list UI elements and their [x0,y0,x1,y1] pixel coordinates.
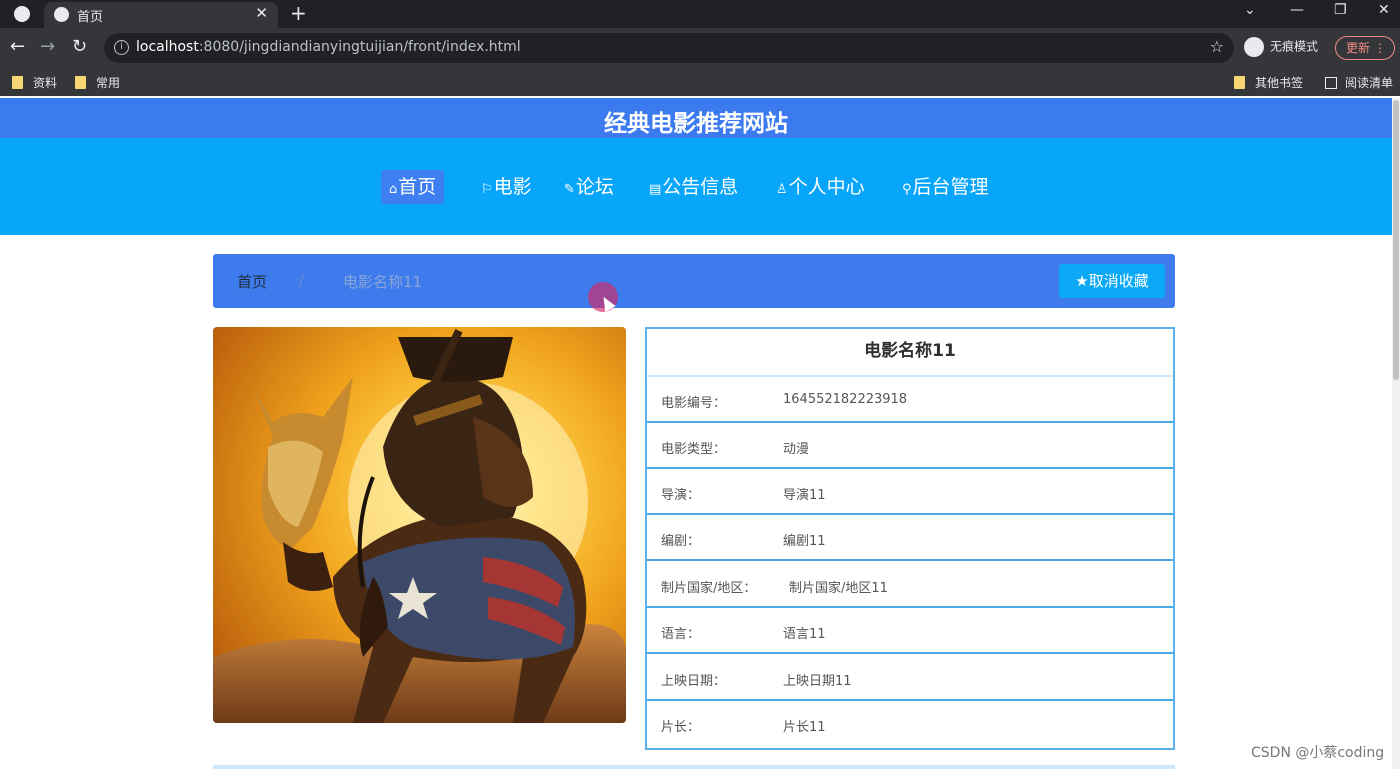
bookmark-folder[interactable]: 常用 [75,74,120,91]
site-header: 经典电影推荐网站 [0,98,1392,138]
info-row-type: 电影类型： 动漫 [647,423,1173,469]
info-value: 动漫 [783,442,810,457]
folder-icon [1234,76,1245,89]
window-close-button[interactable]: ✕ [1378,2,1390,18]
info-row-release-date: 上映日期： 上映日期11 [647,655,1173,701]
home-icon: ⌂ [389,182,398,197]
tab-title: 首页 [77,10,104,25]
info-label: 编剧： [661,534,701,549]
flag-icon: ⚐ [481,182,493,197]
user-icon: ♙ [776,182,788,197]
incognito-icon [1244,37,1264,57]
star-icon: ★ [1075,272,1089,290]
incognito-profile[interactable]: 无痕模式 [1244,37,1318,57]
reading-list-icon [1325,77,1337,89]
tag-icon: ✎ [564,182,575,197]
other-bookmarks[interactable]: 其他书签 [1234,74,1303,91]
info-label: 电影编号： [661,396,727,411]
info-value: 导演11 [783,488,826,503]
browser-menu-icon[interactable] [14,6,30,22]
info-label: 上映日期： [661,674,727,689]
info-row-id: 电影编号： 164552182223918 [647,377,1173,423]
back-icon[interactable]: ← [10,36,25,57]
breadcrumb: 首页 / 电影名称11 ★取消收藏 [213,254,1175,308]
info-value: 164552182223918 [783,392,908,407]
main-nav: ⌂首页 ⚐电影 ✎论坛 ▤公告信息 ♙个人中心 ⚲后台管理 [0,138,1392,235]
info-label: 电影类型： [661,442,727,457]
info-label: 导演： [661,488,701,503]
info-row-director: 导演： 导演11 [647,469,1173,515]
globe-icon [54,7,69,22]
movie-poster [213,327,626,723]
watermark: CSDN @小蔡coding [1251,745,1385,761]
update-button[interactable]: 更新 ⋮ [1335,36,1395,60]
folder-icon [75,76,86,89]
unfavorite-button[interactable]: ★取消收藏 [1059,264,1165,298]
breadcrumb-home[interactable]: 首页 [237,271,267,292]
restore-button[interactable]: ❐ [1334,2,1347,18]
info-label: 制片国家/地区： [661,581,757,596]
bookmark-folder[interactable]: 资料 [12,74,57,91]
nav-admin[interactable]: ⚲后台管理 [894,170,997,204]
page-scrollbar[interactable] [1392,98,1400,769]
nav-user-center[interactable]: ♙个人中心 [768,170,873,204]
nav-movies[interactable]: ⚐电影 [473,170,540,204]
info-row-writer: 编剧： 编剧11 [647,515,1173,561]
info-label: 语言： [661,627,701,642]
address-bar-row: ← → ↻ i localhost:8080/jingdiandianyingt… [0,28,1400,68]
minimize-button[interactable]: — [1290,2,1304,18]
browser-tab-strip: 首页 ✕ + ⌄ — ❐ ✕ [0,0,1400,28]
info-value: 编剧11 [783,534,826,549]
bookmarks-bar: 资料 常用 其他书签 阅读清单 [0,68,1400,96]
next-section-edge [213,765,1175,769]
site-title: 经典电影推荐网站 [604,111,788,137]
info-value: 语言11 [783,627,826,642]
breadcrumb-current: 电影名称11 [343,273,423,291]
scrollbar-thumb[interactable] [1393,100,1399,380]
folder-icon [12,76,23,89]
forward-icon[interactable]: → [40,36,55,57]
info-row-country: 制片国家/地区： 制片国家/地区11 [647,562,1173,608]
browser-tab[interactable]: 首页 ✕ [44,2,278,28]
breadcrumb-separator: / [299,271,305,289]
bookmark-star-icon[interactable]: ☆ [1210,37,1224,56]
info-row-language: 语言： 语言11 [647,608,1173,654]
tab-search-icon[interactable]: ⌄ [1244,2,1256,18]
nav-forum[interactable]: ✎论坛 [556,170,622,204]
new-tab-button[interactable]: + [290,1,307,25]
nav-announcements[interactable]: ▤公告信息 [641,170,746,204]
address-input[interactable]: i localhost:8080/jingdiandianyingtuijian… [104,33,1234,63]
reload-icon[interactable]: ↻ [72,36,87,57]
info-label: 片长： [661,720,701,735]
info-row-duration: 片长： 片长11 [647,701,1173,747]
link-icon: ⚲ [902,182,912,197]
close-icon[interactable]: ✕ [255,4,268,22]
movie-name: 电影名称11 [647,329,1173,377]
nav-home[interactable]: ⌂首页 [381,170,445,204]
info-value: 制片国家/地区11 [789,581,888,596]
movie-info-card: 电影名称11 电影编号： 164552182223918 电影类型： 动漫 导演… [645,327,1175,750]
info-value: 片长11 [783,720,826,735]
info-value: 上映日期11 [783,674,852,689]
reading-list[interactable]: 阅读清单 [1325,74,1393,91]
news-icon: ▤ [649,182,662,197]
info-icon[interactable]: i [114,40,129,55]
url-text: localhost:8080/jingdiandianyingtuijian/f… [136,39,521,55]
